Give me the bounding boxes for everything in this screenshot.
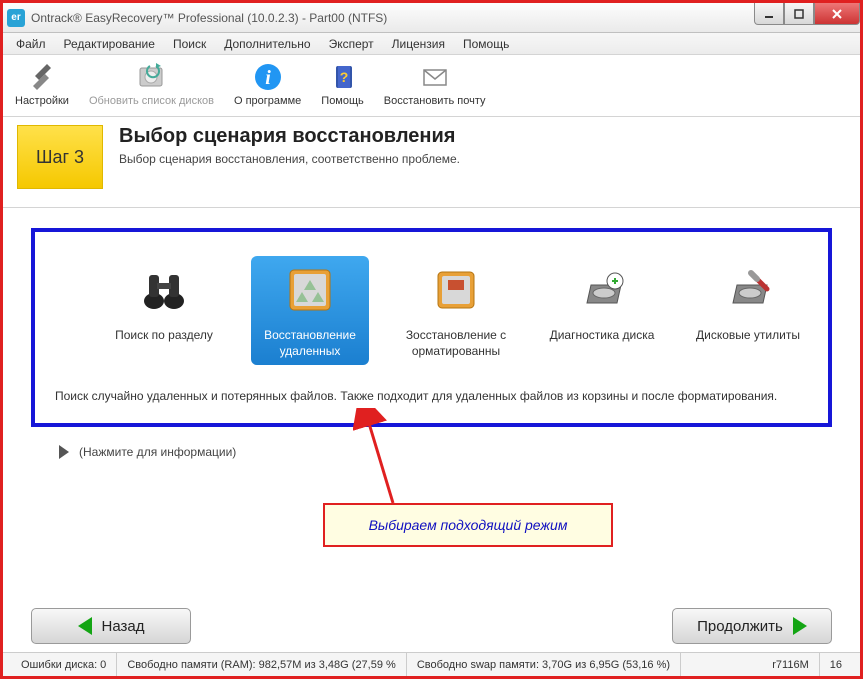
book-icon: ? [327,61,359,93]
wrench-icon [26,61,58,93]
option-label: Поиск по разделу [115,328,213,344]
option-partition-search[interactable]: Поиск по разделу [105,256,223,365]
toolbar-mail[interactable]: Восстановить почту [378,59,492,109]
toolbar: Настройки Обновить список дисков i О про… [3,55,860,117]
callout-text: Выбираем подходящий режим [323,503,613,547]
main-area: Поиск по разделу Восстановление удаленны… [3,208,860,469]
svg-text:i: i [265,67,271,89]
info-icon: i [252,61,284,93]
app-icon: er [7,9,25,27]
annotation-callout: Выбираем подходящий режим [323,503,613,547]
option-recover-deleted[interactable]: Восстановление удаленных [251,256,369,365]
step-subtitle: Выбор сценария восстановления, соответст… [119,152,460,166]
drive-refresh-icon [135,61,167,93]
format-drive-icon [428,262,484,318]
arrow-right-icon [793,617,807,635]
toolbar-refresh-label: Обновить список дисков [89,95,214,107]
close-button[interactable] [814,3,860,25]
toolbar-help-label: Помощь [321,95,364,107]
toolbar-settings-label: Настройки [15,95,69,107]
status-code: r7116M [762,653,819,676]
toolbar-refresh[interactable]: Обновить список дисков [83,59,220,109]
status-num: 16 [820,653,852,676]
arrow-left-icon [78,617,92,635]
info-hint-label: (Нажмите для информации) [79,445,236,459]
option-label: Восстановление удаленных [255,328,365,359]
nav-row: Назад Продолжить [3,608,860,644]
back-button[interactable]: Назад [31,608,191,644]
toolbar-mail-label: Восстановить почту [384,95,486,107]
step-title: Выбор сценария восстановления [119,125,460,148]
next-button[interactable]: Продолжить [672,608,832,644]
menubar: Файл Редактирование Поиск Дополнительно … [3,33,860,55]
recycle-drive-icon [282,262,338,318]
status-swap: Свободно swap памяти: 3,70G из 6,95G (53… [407,653,681,676]
window-controls [754,3,860,25]
menu-file[interactable]: Файл [7,34,55,54]
menu-help[interactable]: Помощь [454,34,518,54]
toolbar-about-label: О программе [234,95,301,107]
triangle-right-icon [59,445,69,459]
option-label: Диагностика диска [550,328,655,344]
options-panel: Поиск по разделу Восстановление удаленны… [31,228,832,427]
titlebar: er Ontrack® EasyRecovery™ Professional (… [3,3,860,33]
status-ram: Свободно памяти (RAM): 982,57M из 3,48G … [117,653,407,676]
option-recover-formatted[interactable]: Зосстановление с орматированны [397,256,515,365]
binoculars-icon [136,262,192,318]
option-label: Дисковые утилиты [696,328,800,344]
hdd-diagnostic-icon [574,262,630,318]
menu-expert[interactable]: Эксперт [320,34,383,54]
toolbar-settings[interactable]: Настройки [9,59,75,109]
statusbar: Ошибки диска: 0 Свободно памяти (RAM): 9… [3,652,860,676]
menu-extra[interactable]: Дополнительно [215,34,319,54]
toolbar-help[interactable]: ? Помощь [315,59,370,109]
option-description: Поиск случайно удаленных и потерянных фа… [55,387,808,405]
option-diagnostics[interactable]: Диагностика диска [543,256,661,365]
menu-edit[interactable]: Редактирование [55,34,164,54]
menu-search[interactable]: Поиск [164,34,215,54]
mail-icon [419,61,451,93]
option-disk-utils[interactable]: Дисковые утилиты [689,256,807,365]
option-label: Зосстановление с орматированны [401,328,511,359]
window-title: Ontrack® EasyRecovery™ Professional (10.… [31,11,387,25]
svg-text:?: ? [339,69,348,85]
maximize-button[interactable] [784,3,814,25]
hdd-tools-icon [720,262,776,318]
status-errors: Ошибки диска: 0 [11,653,117,676]
menu-license[interactable]: Лицензия [383,34,454,54]
step-badge: Шаг 3 [17,125,103,189]
back-button-label: Назад [102,618,145,635]
next-button-label: Продолжить [697,618,783,635]
step-header: Шаг 3 Выбор сценария восстановления Выбо… [3,117,860,208]
toolbar-about[interactable]: i О программе [228,59,307,109]
minimize-button[interactable] [754,3,784,25]
info-expand[interactable]: (Нажмите для информации) [59,445,832,459]
